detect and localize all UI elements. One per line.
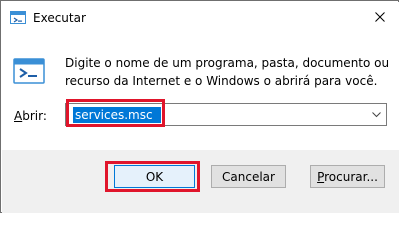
browse-button[interactable]: Procurar...: [310, 165, 385, 188]
open-label-rest: brir:: [22, 109, 47, 123]
close-icon: [375, 12, 385, 22]
open-input[interactable]: [73, 107, 161, 123]
close-button[interactable]: [366, 6, 394, 28]
chevron-down-icon: [371, 111, 381, 117]
open-label: Abrir:: [14, 108, 47, 124]
title-bar: Executar: [2, 2, 399, 32]
ok-button[interactable]: OK: [114, 165, 195, 188]
description-line-2: recurso da Internet e o Windows o abrirá…: [65, 74, 378, 88]
window-title: Executar: [33, 11, 86, 25]
run-program-icon: [13, 58, 45, 84]
open-label-mnemonic: A: [14, 109, 23, 123]
run-app-icon: [10, 11, 26, 24]
dialog-footer: OK Cancelar Procurar...: [2, 150, 399, 213]
description-line-1: Digite o nome de um programa, pasta, doc…: [65, 56, 390, 70]
dialog-content: Digite o nome de um programa, pasta, doc…: [2, 32, 399, 150]
cancel-button[interactable]: Cancelar: [211, 165, 286, 188]
dialog-description: Digite o nome de um programa, pasta, doc…: [65, 54, 390, 90]
combobox-dropdown-button[interactable]: [368, 106, 384, 123]
open-combobox[interactable]: [65, 103, 387, 126]
run-dialog: Executar Digite o nome de um programa, p…: [0, 0, 399, 213]
browse-label-rest: rocurar...: [324, 170, 378, 184]
